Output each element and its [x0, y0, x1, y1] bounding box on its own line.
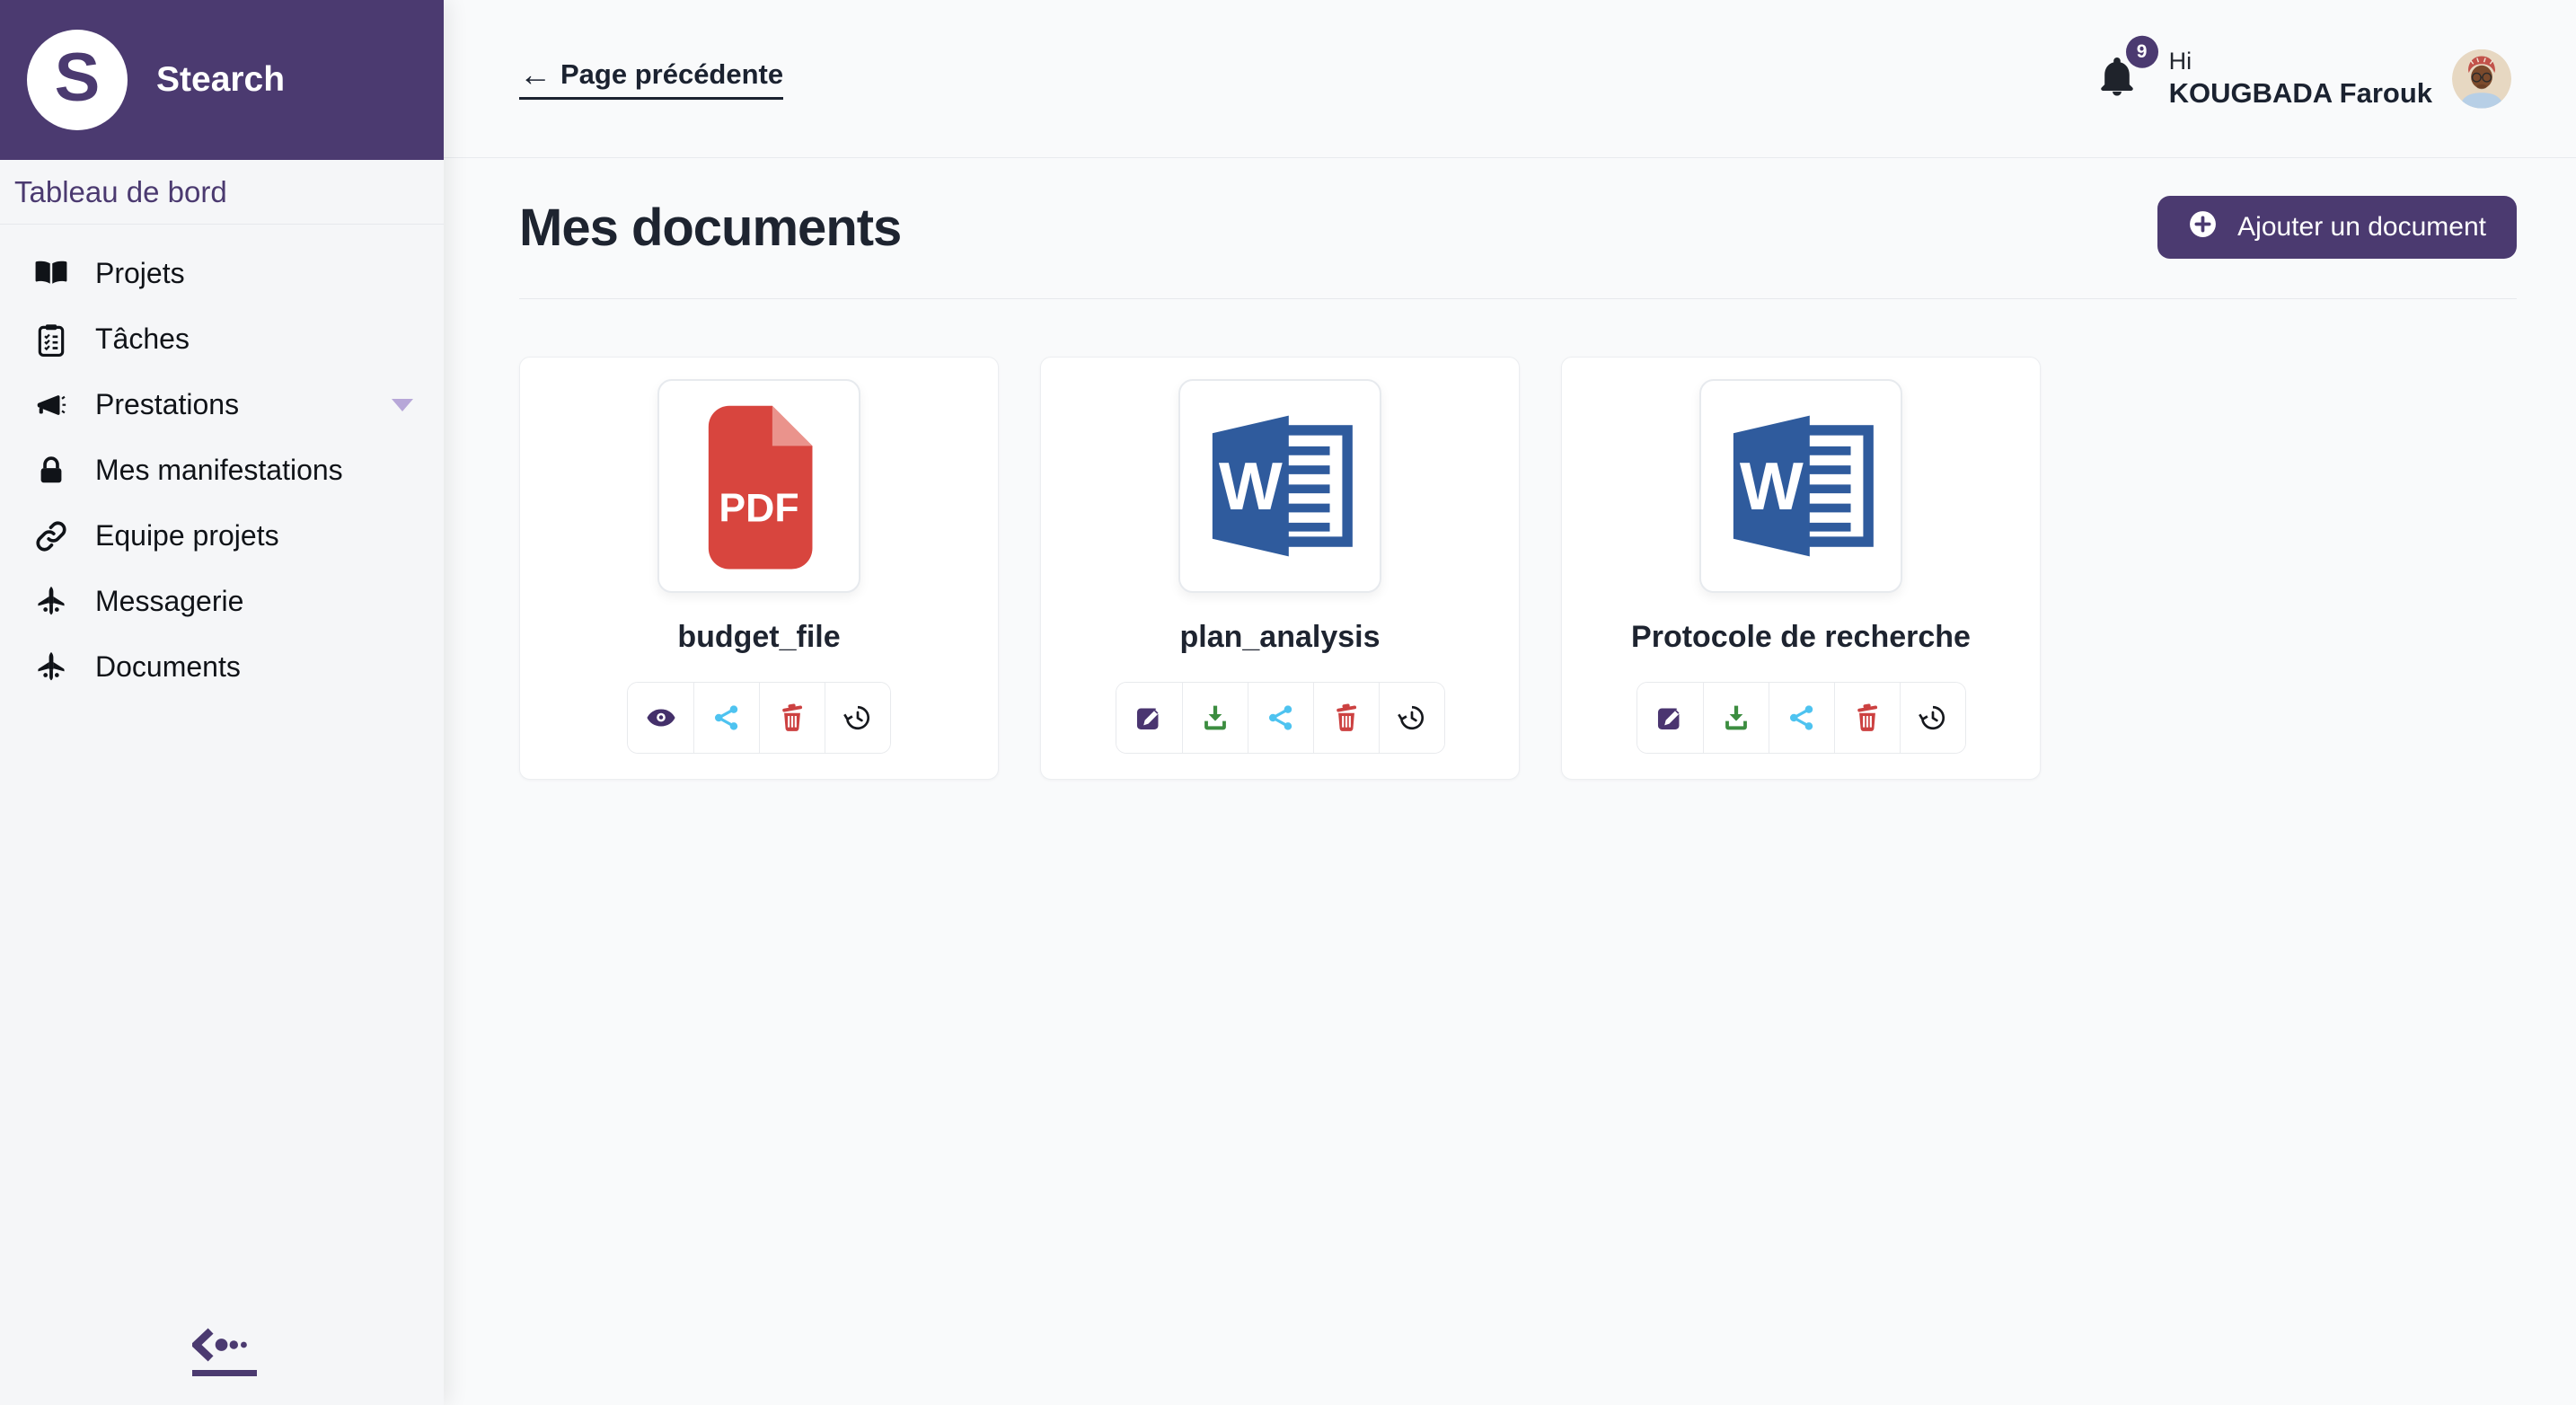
history-icon	[1397, 702, 1427, 733]
jet-up-icon	[34, 584, 75, 620]
topbar: ← Page précédente 9 Hi KOUGBADA Farouk	[444, 0, 2576, 158]
main-area: ← Page précédente 9 Hi KOUGBADA Farouk M…	[444, 0, 2576, 1405]
collapse-arrow-icon	[187, 1327, 262, 1363]
title-divider	[519, 298, 2517, 299]
documents-grid: PDF budget_file W plan_analysis W Protoc…	[519, 357, 2517, 780]
sidebar-item-documents[interactable]: Documents	[0, 634, 444, 700]
view-button[interactable]	[628, 683, 693, 753]
share-nodes-icon	[1786, 702, 1817, 733]
history-icon	[842, 702, 873, 733]
collapse-underline	[192, 1370, 257, 1376]
content: Mes documents Ajouter un document PDF bu…	[444, 196, 2576, 780]
sidebar-item-label: Mes manifestations	[95, 454, 343, 486]
delete-button[interactable]	[1833, 683, 1900, 753]
trash-icon	[1331, 702, 1362, 733]
file-preview-box[interactable]: W	[1699, 379, 1902, 593]
svg-text:W: W	[1740, 448, 1804, 524]
sidebar-collapse-button[interactable]	[187, 1327, 262, 1376]
plus-circle-icon	[2188, 209, 2218, 246]
left-arrow-icon: ←	[519, 55, 551, 93]
sidebar-item-messagerie[interactable]: Messagerie	[0, 569, 444, 634]
sidebar-item-prestations[interactable]: Prestations	[0, 372, 444, 437]
pen-square-icon	[1134, 702, 1164, 733]
download-icon	[1200, 702, 1231, 733]
sidebar-nav: Projets Tâches Prestations Mes manifesta…	[0, 241, 444, 700]
notifications-button[interactable]: 9	[2095, 35, 2158, 102]
sidebar-item-label: Projets	[95, 257, 185, 289]
user-cluster: 9 Hi KOUGBADA Farouk	[2095, 35, 2511, 111]
history-button[interactable]	[825, 683, 890, 753]
stearch-logo-icon[interactable]: S	[27, 30, 128, 130]
clipboard-list-icon	[34, 322, 75, 358]
user-name: KOUGBADA Farouk	[2168, 77, 2432, 109]
sidebar-item-label: Prestations	[95, 388, 240, 420]
file-preview-box[interactable]: W	[1178, 379, 1381, 593]
title-row: Mes documents Ajouter un document	[519, 196, 2517, 259]
share-button[interactable]	[1768, 683, 1834, 753]
avatar[interactable]	[2452, 49, 2511, 109]
eye-icon	[646, 702, 676, 733]
history-button[interactable]	[1899, 683, 1965, 753]
svg-text:W: W	[1219, 448, 1283, 524]
jet-up-icon	[34, 649, 75, 685]
word-file-icon: W	[1192, 398, 1368, 574]
share-button[interactable]	[693, 683, 759, 753]
trash-icon	[777, 702, 807, 733]
sidebar: S Stearch Tableau de bord Projets Tâches…	[0, 0, 444, 1405]
document-actions	[1115, 682, 1445, 754]
sidebar-item-label: Documents	[95, 650, 241, 683]
history-icon	[1918, 702, 1948, 733]
sidebar-item-tableau-de-bord[interactable]: Tableau de bord	[0, 160, 444, 225]
sidebar-item-label: Tâches	[95, 323, 190, 355]
sidebar-item-mes-manifestations[interactable]: Mes manifestations	[0, 437, 444, 503]
document-card-plan-analysis: W plan_analysis	[1040, 357, 1520, 780]
document-name: budget_file	[677, 620, 841, 654]
book-open-icon	[34, 256, 75, 292]
dashboard-label: Tableau de bord	[14, 174, 227, 208]
brand-name: Stearch	[156, 60, 286, 99]
sidebar-item-projets[interactable]: Projets	[0, 241, 444, 306]
download-icon	[1721, 702, 1751, 733]
brand-header: S Stearch	[0, 0, 444, 160]
document-name: plan_analysis	[1179, 620, 1381, 654]
delete-button[interactable]	[759, 683, 825, 753]
sidebar-item-taches[interactable]: Tâches	[0, 306, 444, 372]
lock-icon	[34, 453, 75, 489]
svg-text:PDF: PDF	[719, 487, 798, 531]
share-button[interactable]	[1247, 683, 1313, 753]
word-file-icon: W	[1713, 398, 1889, 574]
share-nodes-icon	[711, 702, 742, 733]
megaphone-icon	[34, 387, 75, 423]
add-document-button[interactable]: Ajouter un document	[2157, 196, 2517, 259]
sidebar-item-equipe-projets[interactable]: Equipe projets	[0, 503, 444, 569]
document-name: Protocole de recherche	[1631, 620, 1971, 654]
page-title: Mes documents	[519, 198, 902, 257]
history-button[interactable]	[1378, 683, 1444, 753]
download-button[interactable]	[1702, 683, 1769, 753]
document-card-protocole-de-recherche: W Protocole de recherche	[1561, 357, 2041, 780]
document-card-budget-file: PDF budget_file	[519, 357, 999, 780]
greeting-text: Hi	[2168, 47, 2192, 75]
pdf-file-icon: PDF	[691, 402, 827, 570]
bell-icon	[2095, 57, 2139, 102]
file-preview-box[interactable]: PDF	[657, 379, 860, 593]
document-actions	[627, 682, 891, 754]
add-document-label: Ajouter un document	[2237, 212, 2486, 242]
notification-badge[interactable]: 9	[2125, 35, 2158, 68]
trash-icon	[1852, 702, 1883, 733]
sidebar-item-label: Messagerie	[95, 585, 244, 617]
greeting-block: Hi KOUGBADA Farouk	[2169, 46, 2432, 111]
pen-square-icon	[1654, 702, 1685, 733]
back-link-label: Page précédente	[560, 57, 784, 90]
download-button[interactable]	[1181, 683, 1248, 753]
edit-button[interactable]	[1636, 683, 1703, 753]
chevron-down-icon	[392, 398, 413, 411]
link-icon	[34, 518, 75, 554]
share-nodes-icon	[1266, 702, 1296, 733]
edit-button[interactable]	[1116, 683, 1182, 753]
delete-button[interactable]	[1312, 683, 1379, 753]
sidebar-item-label: Equipe projets	[95, 519, 279, 552]
document-actions	[1636, 682, 1966, 754]
back-link[interactable]: ← Page précédente	[519, 55, 784, 100]
